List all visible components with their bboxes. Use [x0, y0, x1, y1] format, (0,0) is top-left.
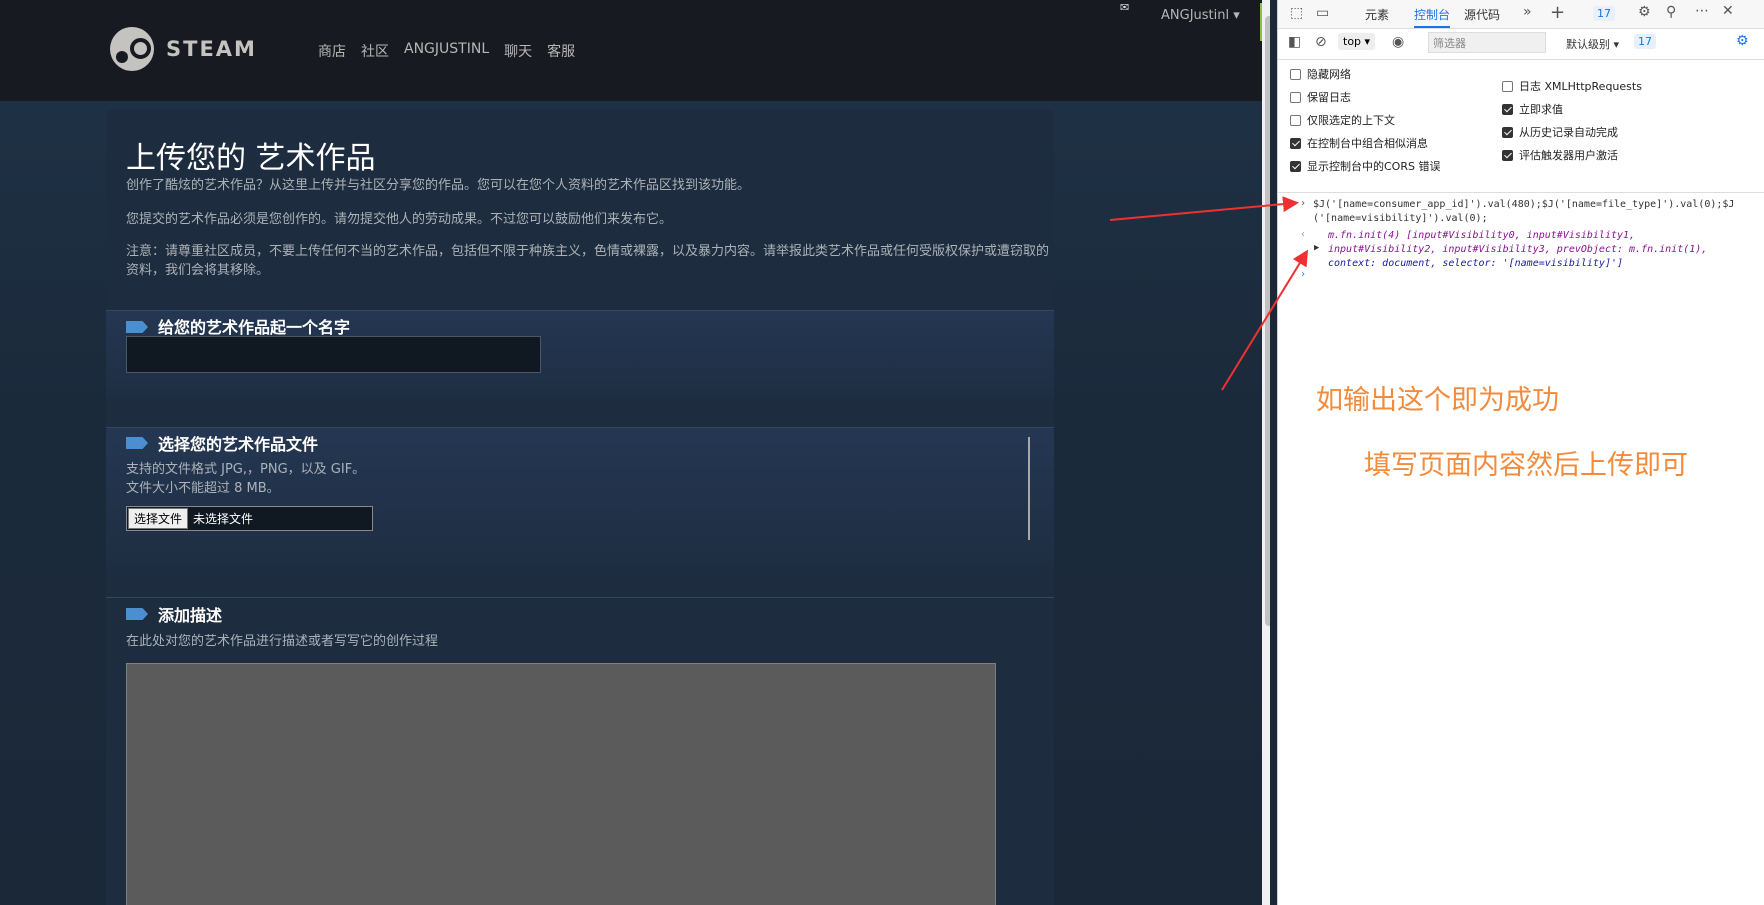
inspect-icon[interactable]: ⬚ [1290, 5, 1303, 21]
result-line: context: document, selector: '[name=visi… [1328, 258, 1624, 269]
checkbox[interactable] [1290, 114, 1301, 126]
more-options-icon[interactable]: ⋯ [1695, 3, 1709, 19]
message-count-badge[interactable]: 17 [1593, 6, 1615, 21]
option-cors-errors[interactable]: 显示控制台中的CORS 错误 [1290, 158, 1440, 174]
steam-logo[interactable]: STEAM [110, 27, 257, 71]
result-line: input#Visibility2, input#Visibility3, pr… [1328, 244, 1708, 255]
add-tab-icon[interactable]: + [1550, 2, 1565, 23]
devtools-panel: ⬚ ▭ 元素 控制台 源代码 » + 17 ⚙ ⚲ ⋯ ✕ ◧ ⊘ top ▾ … [1277, 0, 1764, 905]
option-label: 在控制台中组合相似消息 [1307, 137, 1428, 150]
return-arrow-icon: ‹ [1300, 229, 1307, 240]
devtools-tabbar: ⬚ ▭ 元素 控制台 源代码 » + 17 ⚙ ⚲ ⋯ ✕ [1278, 0, 1764, 29]
account-name-text: ANGJustinl [1161, 8, 1230, 23]
console-output[interactable]: › $J('[name=consumer_app_id]').val(480);… [1278, 192, 1764, 280]
checkbox-checked[interactable] [1290, 160, 1301, 172]
description-section-title: 添加描述 [158, 606, 223, 625]
option-group-similar[interactable]: 在控制台中组合相似消息 [1290, 135, 1428, 151]
preview-divider [1028, 437, 1030, 540]
main-nav: 商店 社区 ANGJUSTINL 聊天 客服 [318, 41, 575, 61]
nav-chat[interactable]: 聊天 [504, 41, 532, 61]
nav-store[interactable]: 商店 [318, 41, 346, 61]
description-textarea[interactable] [126, 663, 996, 905]
input-prompt-icon[interactable]: › [1300, 269, 1306, 280]
file-section-title: 选择您的艺术作品文件 [158, 435, 319, 454]
option-label: 立即求值 [1519, 103, 1563, 116]
result-line: m.fn.init(4) [input#Visibility0, input#V… [1328, 230, 1636, 241]
option-label: 保留日志 [1307, 91, 1351, 104]
tab-elements[interactable]: 元素 [1365, 6, 1389, 23]
option-hide-network[interactable]: 隐藏网络 [1290, 66, 1351, 82]
eye-icon[interactable]: ◉ [1392, 34, 1404, 50]
filter-input[interactable]: 筛选器 [1428, 32, 1546, 53]
prompt-chevron-icon: › [1300, 198, 1307, 209]
mail-icon[interactable]: ✉ [1120, 1, 1129, 14]
account-name[interactable]: ANGJustinl ▾ [1161, 8, 1240, 23]
device-icon[interactable]: ▭ [1316, 5, 1329, 21]
option-preserve-log[interactable]: 保留日志 [1290, 89, 1351, 105]
console-settings-icon[interactable]: ⚙ [1736, 33, 1749, 49]
option-log-xhr[interactable]: 日志 XMLHttpRequests [1502, 78, 1642, 94]
choose-file-button[interactable]: 选择文件 [128, 508, 189, 529]
console-result: m.fn.init(4) [input#Visibility0, input#V… [1328, 229, 1758, 271]
warning-text: 注意：请尊重社区成员，不要上传任何不当的艺术作品，包括但不限于种族主义，色情或裸… [126, 244, 1050, 278]
option-label: 隐藏网络 [1307, 68, 1351, 81]
sidebar-toggle-icon[interactable]: ◧ [1288, 34, 1301, 50]
intro-text: 创作了酷炫的艺术作品？从这里上传并与社区分享您的作品。您可以在您个人资料的艺术作… [126, 178, 751, 193]
issues-badge[interactable]: 17 [1634, 34, 1656, 49]
file-status: 未选择文件 [193, 512, 254, 526]
file-format-text: 支持的文件格式 JPG,，PNG，以及 GIF。 [126, 462, 366, 477]
account-area: ✉ ANGJustinl ▾ [940, 0, 1270, 41]
nav-support[interactable]: 客服 [547, 41, 575, 61]
tab-console[interactable]: 控制台 [1414, 6, 1451, 28]
expand-triangle-icon[interactable]: ▶ [1314, 243, 1319, 253]
option-label: 从历史记录自动完成 [1519, 126, 1618, 139]
page-scrollbar-thumb[interactable] [1265, 16, 1270, 626]
option-label: 日志 XMLHttpRequests [1519, 80, 1642, 93]
notice-text: 您提交的艺术作品必须是您创作的。请勿提交他人的劳动成果。不过您可以鼓励他们来发布… [126, 212, 673, 227]
option-autocomplete[interactable]: 从历史记录自动完成 [1502, 124, 1618, 140]
nav-profile[interactable]: ANGJUSTINL [404, 41, 489, 61]
annotation-success: 如输出这个即为成功 [1316, 385, 1559, 416]
annotation-next-step: 填写页面内容然后上传即可 [1364, 450, 1688, 481]
page-title: 上传您的 艺术作品 [126, 141, 376, 176]
checkbox-checked[interactable] [1502, 126, 1513, 138]
console-toolbar: ◧ ⊘ top ▾ ◉ 筛选器 默认级别 ▾ 17 ⚙ [1278, 29, 1764, 60]
option-eager-eval[interactable]: 立即求值 [1502, 101, 1563, 117]
option-label: 显示控制台中的CORS 错误 [1307, 160, 1441, 173]
file-input[interactable]: 选择文件 未选择文件 [126, 506, 373, 531]
chevron-down-icon: ▾ [1233, 8, 1240, 23]
level-select-value: 默认级别 [1566, 38, 1610, 51]
steam-page: STEAM 商店 社区 ANGJUSTINL 聊天 客服 ✉ ANGJustin… [0, 0, 1270, 905]
gear-icon[interactable]: ⚙ [1638, 4, 1651, 20]
option-user-activation[interactable]: 评估触发器用户激活 [1502, 147, 1618, 163]
checkbox[interactable] [1290, 91, 1301, 103]
name-section-title: 给您的艺术作品起一个名字 [158, 318, 351, 337]
level-select[interactable]: 默认级别 ▾ [1566, 36, 1619, 52]
checkbox-checked[interactable] [1502, 103, 1513, 115]
clear-console-icon[interactable]: ⊘ [1315, 34, 1327, 50]
checkbox[interactable] [1502, 80, 1513, 92]
option-label: 评估触发器用户激活 [1519, 149, 1618, 162]
close-icon[interactable]: ✕ [1722, 3, 1734, 19]
logo-text: STEAM [166, 37, 257, 61]
context-select-value: top [1343, 35, 1362, 48]
more-tabs-icon[interactable]: » [1523, 4, 1532, 20]
description-hint: 在此处对您的艺术作品进行描述或者写写它的创作过程 [126, 634, 439, 649]
tab-sources[interactable]: 源代码 [1464, 6, 1500, 23]
artwork-name-input[interactable] [126, 336, 541, 373]
steam-logo-icon [110, 27, 154, 71]
checkbox[interactable] [1290, 68, 1301, 80]
checkbox-checked[interactable] [1502, 149, 1513, 161]
file-size-text: 文件大小不能超过 8 MB。 [126, 481, 280, 496]
console-command: $J('[name=consumer_app_id]').val(480);$J… [1313, 199, 1735, 224]
checkbox-checked[interactable] [1290, 137, 1301, 149]
steam-header: STEAM 商店 社区 ANGJUSTINL 聊天 客服 ✉ ANGJustin… [0, 0, 1270, 101]
nav-community[interactable]: 社区 [361, 41, 389, 61]
context-select[interactable]: top ▾ [1338, 33, 1376, 50]
option-selected-context[interactable]: 仅限选定的上下文 [1290, 112, 1395, 128]
customize-icon[interactable]: ⚲ [1666, 4, 1676, 20]
option-label: 仅限选定的上下文 [1307, 114, 1395, 127]
